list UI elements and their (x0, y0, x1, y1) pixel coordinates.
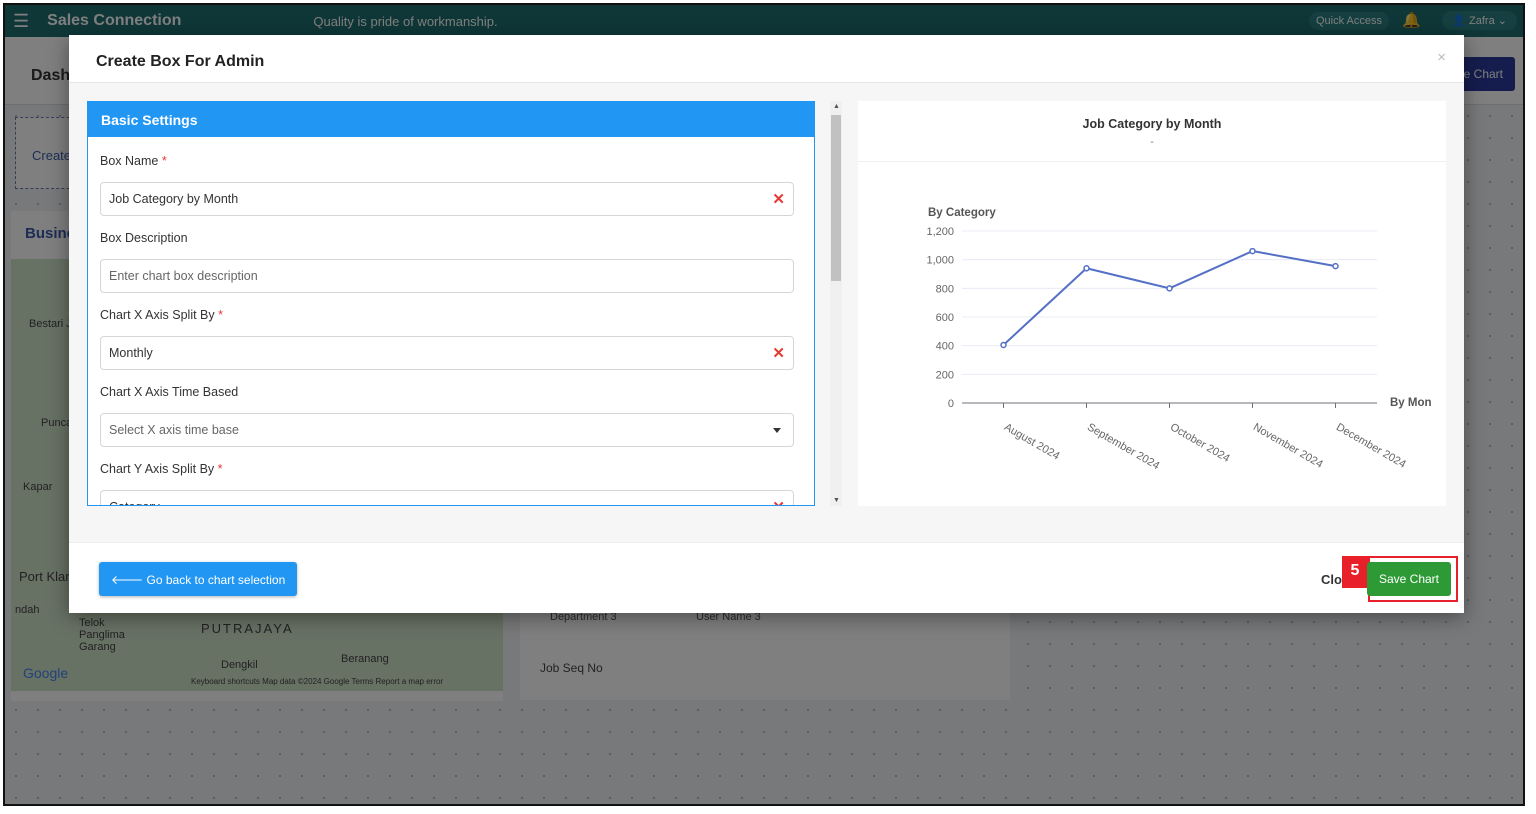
app-window: ☰ Sales Connection Quality is pride of w… (3, 3, 1525, 806)
scrollbar-thumb[interactable] (831, 115, 841, 281)
modal-title: Create Box For Admin (96, 53, 265, 70)
scroll-down-icon[interactable]: ▼ (833, 497, 840, 504)
y-tick-label: 1,200 (926, 226, 954, 238)
section-header: Basic Settings (88, 102, 814, 137)
save-chart-button[interactable]: Save Chart (1366, 562, 1451, 596)
chevron-down-icon[interactable] (773, 428, 781, 433)
scroll-up-icon[interactable]: ▲ (833, 103, 840, 110)
field-label: Chart Y Axis Split By * (100, 462, 223, 476)
clear-icon[interactable]: ✕ (772, 344, 785, 362)
y-tick-label: 600 (936, 312, 954, 324)
field-label: Chart X Axis Split By * (100, 308, 223, 322)
basic-settings-panel: Basic Settings Box Name * Job Category by… (87, 101, 815, 506)
field-input[interactable]: Enter chart box description (100, 259, 794, 293)
field-label: Box Description (100, 231, 188, 245)
x-tick-label: September 2024 (1085, 421, 1161, 472)
y-tick-label: 800 (936, 283, 954, 295)
data-point (1332, 262, 1339, 270)
close-icon[interactable]: × (1437, 49, 1446, 66)
line-chart: 0 200 400 600 800 1,000 1,200 August 2024 Septem… (926, 207, 1432, 472)
y-tick-label: 0 (948, 398, 954, 410)
clear-icon[interactable]: ✕ (772, 498, 785, 505)
series-line (1002, 250, 1336, 346)
field-input[interactable]: Job Category by Month ✕ (100, 182, 794, 216)
y-tick-label: 1,000 (926, 255, 954, 267)
field-label: Chart X Axis Time Based (100, 385, 239, 399)
x-tick-label: October 2024 (1168, 421, 1232, 465)
data-point (1166, 285, 1173, 292)
x-axis-label: By Mon (1390, 397, 1432, 409)
field-label: Box Name * (100, 154, 167, 168)
data-point (1083, 265, 1090, 272)
y-axis-label: By Category (928, 207, 996, 219)
field-input[interactable]: Select X axis time base (100, 413, 794, 447)
field-input[interactable]: Monthly ✕ (100, 336, 794, 370)
chart-preview: Job Category by Month - 0 200 400 600 800 1,0… (858, 101, 1446, 506)
scrollbar[interactable]: ▲ ▼ (830, 101, 842, 506)
modal-header: Create Box For Admin × (69, 35, 1464, 83)
y-tick-label: 200 (936, 369, 954, 381)
modal-footer: 🡐 Go back to chart selection Clo 5 Save … (69, 542, 1464, 613)
x-tick-label: August 2024 (1002, 421, 1062, 462)
close-button[interactable]: Clo (1321, 572, 1342, 587)
go-back-button[interactable]: 🡐 Go back to chart selection (99, 562, 298, 596)
go-back-label: Go back to chart selection (146, 573, 286, 587)
x-tick-label: December 2024 (1334, 421, 1408, 471)
x-tick-label: November 2024 (1251, 421, 1325, 471)
create-box-modal: Create Box For Admin × Basic Settings Bo… (69, 35, 1464, 613)
arrow-left-icon: 🡐 (111, 573, 147, 587)
data-point (1000, 341, 1007, 349)
clear-icon[interactable]: ✕ (772, 190, 785, 208)
field-input[interactable]: Category✕ (100, 490, 794, 505)
step-badge: 5 (1342, 556, 1368, 588)
y-tick-label: 400 (936, 341, 954, 353)
data-point (1249, 247, 1256, 255)
